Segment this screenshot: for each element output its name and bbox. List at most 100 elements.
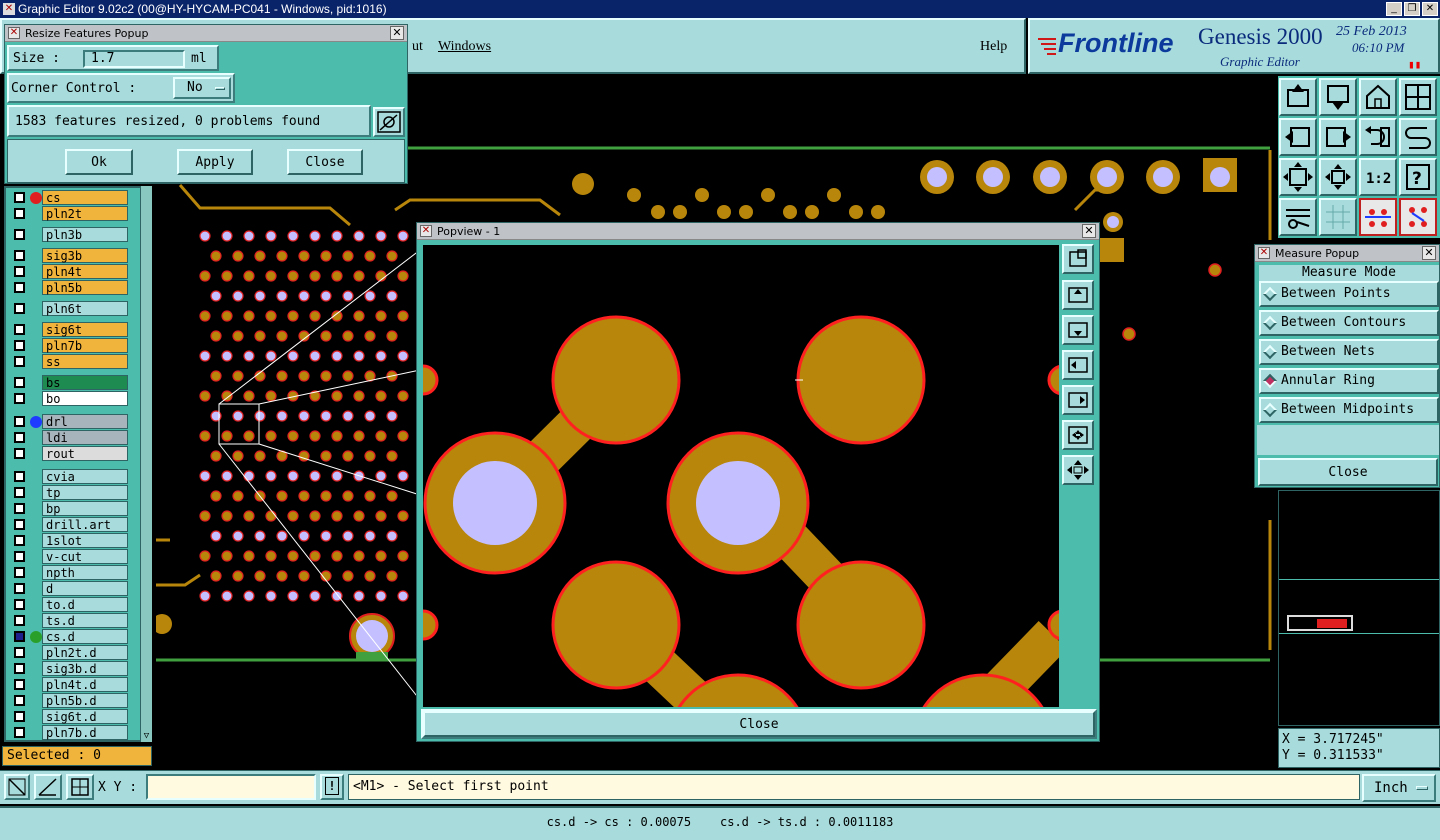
layer-checkbox[interactable] [14, 192, 25, 203]
layer-row[interactable]: npth [8, 565, 128, 580]
size-input[interactable]: 1.7 [83, 50, 185, 68]
layer-name[interactable]: v-cut [42, 549, 128, 564]
tb-undo-view[interactable] [1359, 118, 1397, 156]
alert-button[interactable]: ! [320, 774, 344, 800]
layer-row[interactable]: sig3b.d [8, 661, 128, 676]
layer-row[interactable]: pln3b [8, 227, 128, 242]
layer-checkbox[interactable] [14, 416, 25, 427]
layer-name[interactable]: cs [42, 190, 128, 205]
layer-name[interactable]: 1slot [42, 533, 128, 548]
tb-redraw[interactable] [1399, 118, 1437, 156]
tb-snap-mode[interactable] [1359, 198, 1397, 236]
layer-row[interactable]: cs.d [8, 629, 128, 644]
layer-checkbox[interactable] [14, 679, 25, 690]
layer-row[interactable]: sig6t.d [8, 709, 128, 724]
unit-select[interactable]: Inch [1362, 774, 1436, 802]
snap-grid-button[interactable] [66, 774, 94, 800]
corner-control-select[interactable]: No [173, 77, 231, 99]
tb-tools[interactable] [1279, 198, 1317, 236]
layer-name[interactable]: pln4t [42, 264, 128, 279]
layer-row[interactable]: cvia [8, 469, 128, 484]
layer-checkbox[interactable] [14, 711, 25, 722]
measure-option[interactable]: Between Points [1259, 281, 1439, 307]
layer-name[interactable]: ldi [42, 430, 128, 445]
pv-toolbar-button-5[interactable] [1062, 385, 1094, 415]
tb-net-mode[interactable] [1399, 198, 1437, 236]
layer-checkbox[interactable] [14, 250, 25, 261]
menu-item-layout[interactable]: ut [412, 39, 423, 55]
layer-checkbox[interactable] [14, 377, 25, 388]
layer-checkbox[interactable] [14, 471, 25, 482]
measure-tool-button[interactable] [4, 774, 30, 800]
layer-checkbox[interactable] [14, 340, 25, 351]
layer-name[interactable]: cs.d [42, 629, 128, 644]
layer-row[interactable]: ss.d [8, 741, 128, 742]
layer-row[interactable]: cs [8, 190, 128, 205]
layer-checkbox[interactable] [14, 266, 25, 277]
measure-option[interactable]: Annular Ring [1259, 368, 1439, 394]
layer-row[interactable]: bp [8, 501, 128, 516]
layer-checkbox[interactable] [14, 487, 25, 498]
tb-window[interactable] [1399, 78, 1437, 116]
layer-row[interactable]: v-cut [8, 549, 128, 564]
tb-pan-left[interactable] [1279, 118, 1317, 156]
layer-row[interactable]: sig3b [8, 248, 128, 263]
tb-help[interactable]: ? [1399, 158, 1437, 196]
pv-toolbar-button-3[interactable] [1062, 315, 1094, 345]
measure-option[interactable]: Between Nets [1259, 339, 1439, 365]
tb-home[interactable] [1359, 78, 1397, 116]
layer-checkbox[interactable] [14, 303, 25, 314]
layer-name[interactable]: pln7b.d [42, 725, 128, 740]
layer-checkbox[interactable] [14, 208, 25, 219]
layer-name[interactable]: ss.d [42, 741, 128, 742]
layer-name[interactable]: pln4t.d [42, 677, 128, 692]
layer-name[interactable]: pln6t [42, 301, 128, 316]
layer-checkbox[interactable] [14, 503, 25, 514]
maximize-button[interactable]: ❐ [1404, 2, 1420, 16]
layer-row[interactable]: ts.d [8, 613, 128, 628]
popview-close-button[interactable]: Close [423, 711, 1095, 737]
layer-name[interactable]: pln2t.d [42, 645, 128, 660]
apply-button[interactable]: Apply [177, 149, 253, 175]
pv-toolbar-button-7[interactable] [1062, 455, 1094, 485]
close-window-button[interactable]: ✕ [1422, 2, 1438, 16]
resize-popup-close-icon[interactable]: ✕ [390, 26, 404, 40]
layer-checkbox[interactable] [14, 393, 25, 404]
tb-pan-right[interactable] [1319, 118, 1357, 156]
layer-checkbox[interactable] [14, 282, 25, 293]
layer-row[interactable]: pln6t [8, 301, 128, 316]
minimize-button[interactable]: _ [1386, 2, 1402, 16]
layer-row[interactable]: bo [8, 391, 128, 406]
layer-checkbox[interactable] [14, 551, 25, 562]
popview-canvas[interactable] [423, 245, 1059, 707]
menu-item-help[interactable]: Help [980, 39, 1007, 55]
layer-row[interactable]: pln5b [8, 280, 128, 295]
resize-close-button[interactable]: Close [287, 149, 363, 175]
resize-graph-button[interactable] [373, 107, 405, 137]
layer-name[interactable]: rout [42, 446, 128, 461]
layer-row[interactable]: ldi [8, 430, 128, 445]
layer-name[interactable]: bs [42, 375, 128, 390]
layer-name[interactable]: npth [42, 565, 128, 580]
layer-name[interactable]: sig3b.d [42, 661, 128, 676]
overview-panel[interactable] [1278, 490, 1440, 726]
layer-checkbox[interactable] [14, 695, 25, 706]
layer-name[interactable]: sig3b [42, 248, 128, 263]
pv-toolbar-button-6[interactable] [1062, 420, 1094, 450]
pv-toolbar-button-2[interactable] [1062, 280, 1094, 310]
layer-name[interactable]: ss [42, 354, 128, 369]
layer-row[interactable]: pln2t.d [8, 645, 128, 660]
layer-row[interactable]: tp [8, 485, 128, 500]
layer-row[interactable]: pln2t [8, 206, 128, 221]
layer-name[interactable]: ts.d [42, 613, 128, 628]
layer-name[interactable]: cvia [42, 469, 128, 484]
tb-zoom-center[interactable] [1319, 158, 1357, 196]
layer-checkbox[interactable] [14, 324, 25, 335]
layer-checkbox[interactable] [14, 631, 25, 642]
tb-zoom-fit[interactable] [1279, 158, 1317, 196]
measure-close-button[interactable]: Close [1258, 458, 1438, 486]
layer-checkbox[interactable] [14, 356, 25, 367]
layer-name[interactable]: pln5b [42, 280, 128, 295]
layer-row[interactable]: pln5b.d [8, 693, 128, 708]
layer-checkbox[interactable] [14, 519, 25, 530]
